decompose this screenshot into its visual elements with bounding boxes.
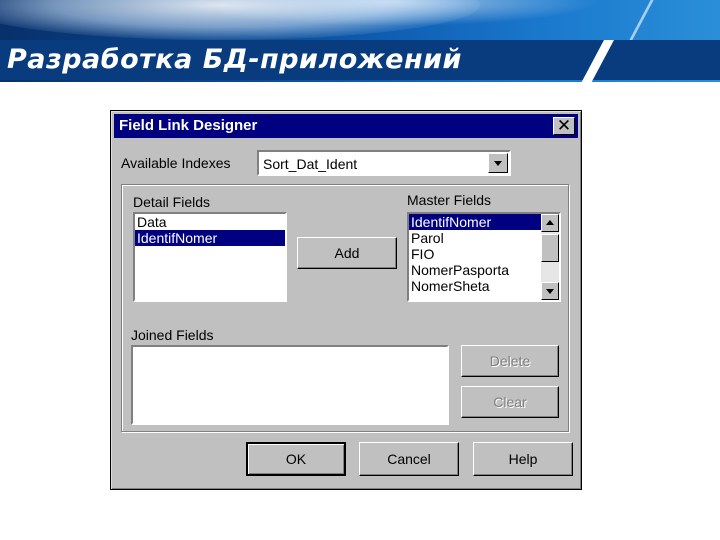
dialog-title: Field Link Designer: [119, 117, 258, 134]
field-link-designer-dialog: Field Link Designer ✕ Available Indexes …: [110, 110, 582, 490]
add-button[interactable]: Add: [297, 237, 397, 269]
clear-button[interactable]: Clear: [461, 386, 559, 418]
available-indexes-label: Available Indexes: [121, 155, 231, 171]
delete-button-label: Delete: [489, 353, 531, 369]
master-fields-scrollbar[interactable]: [541, 214, 559, 300]
detail-field-item[interactable]: Data: [135, 214, 285, 230]
detail-fields-listbox[interactable]: Data IdentifNomer: [133, 212, 287, 302]
delete-button[interactable]: Delete: [461, 345, 559, 377]
chevron-down-icon: [494, 161, 502, 166]
master-field-item[interactable]: NomerPasporta: [409, 262, 559, 278]
add-button-label: Add: [334, 245, 360, 261]
help-button[interactable]: Help: [473, 442, 573, 476]
header-slash-line-decoration: [629, 0, 654, 40]
cancel-button[interactable]: Cancel: [359, 442, 459, 476]
detail-field-item-selected[interactable]: IdentifNomer: [135, 230, 285, 246]
close-button[interactable]: ✕: [553, 116, 575, 135]
master-field-item[interactable]: Parol: [409, 230, 559, 246]
available-indexes-combobox[interactable]: Sort_Dat_Ident: [257, 150, 511, 176]
close-icon: ✕: [556, 116, 572, 135]
master-field-item-selected[interactable]: IdentifNomer: [409, 214, 559, 230]
slide-header: Разработка БД-приложений: [0, 0, 720, 82]
available-indexes-value: Sort_Dat_Ident: [263, 156, 358, 172]
help-button-label: Help: [508, 451, 538, 467]
dialog-titlebar[interactable]: Field Link Designer ✕: [114, 114, 578, 138]
arrow-down-icon: [546, 289, 554, 294]
detail-fields-label: Detail Fields: [133, 194, 211, 210]
scroll-thumb[interactable]: [541, 234, 559, 262]
scroll-down-button[interactable]: [541, 282, 559, 300]
available-indexes-dropdown-button[interactable]: [488, 153, 508, 173]
master-field-item[interactable]: NomerSheta: [409, 278, 559, 294]
slide-title: Разработка БД-приложений: [7, 44, 462, 75]
joined-fields-label: Joined Fields: [131, 327, 214, 343]
master-field-item[interactable]: FIO: [409, 246, 559, 262]
arrow-up-icon: [546, 220, 554, 225]
clear-button-label: Clear: [493, 394, 527, 410]
ok-button[interactable]: OK: [246, 442, 346, 476]
ok-button-label: OK: [285, 451, 307, 467]
master-fields-label: Master Fields: [407, 192, 492, 208]
scroll-up-button[interactable]: [541, 214, 559, 232]
joined-fields-listbox[interactable]: [131, 345, 449, 425]
cancel-button-label: Cancel: [387, 451, 431, 467]
master-fields-listbox[interactable]: IdentifNomer Parol FIO NomerPasporta Nom…: [407, 212, 561, 302]
